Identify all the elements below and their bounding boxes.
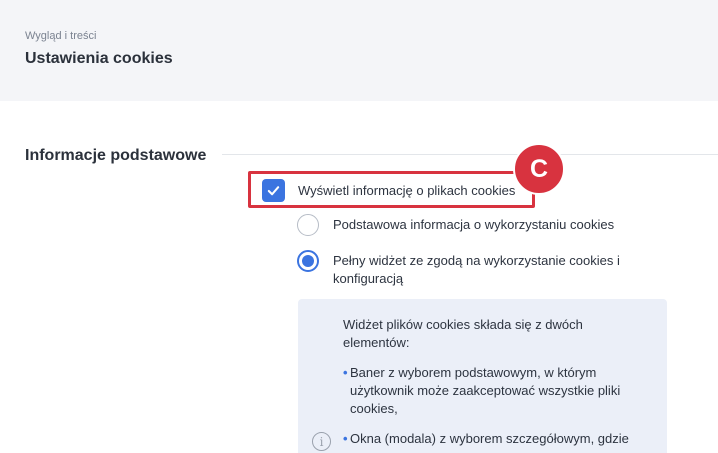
radio-full-widget-label[interactable]: Pełny widżet ze zgodą na wykorzystanie c… (333, 252, 643, 288)
bullet-text: Okna (modala) z wyborem szczegółowym, gd… (350, 431, 629, 446)
info-panel: Widżet plików cookies składa się z dwóch… (298, 299, 667, 453)
annotation-highlight-box (248, 171, 535, 208)
section-title: Informacje podstawowe (25, 147, 207, 164)
list-item: • Okna (modala) z wyborem szczegółowym, … (343, 430, 643, 448)
breadcrumb[interactable]: Wygląd i treści (25, 30, 96, 42)
radio-full-widget[interactable] (297, 250, 319, 272)
page-title: Ustawienia cookies (25, 50, 173, 67)
info-icon: i (312, 432, 331, 451)
section-divider (222, 154, 718, 155)
page-header: Wygląd i treści Ustawienia cookies (0, 0, 718, 101)
radio-selected-dot (302, 255, 314, 267)
radio-basic-info[interactable] (297, 214, 319, 236)
info-text: Widżet plików cookies składa się z dwóch… (343, 316, 643, 453)
radio-basic-info-label[interactable]: Podstawowa informacja o wykorzystaniu co… (333, 216, 643, 234)
bullet-marker: • (343, 365, 348, 380)
bullet-text: Baner z wyborem podstawowym, w którym uż… (350, 365, 621, 416)
bullet-marker: • (343, 431, 348, 446)
info-intro: Widżet plików cookies składa się z dwóch… (343, 317, 583, 350)
annotation-badge: C (513, 143, 565, 195)
list-item: • Baner z wyborem podstawowym, w którym … (343, 364, 643, 418)
